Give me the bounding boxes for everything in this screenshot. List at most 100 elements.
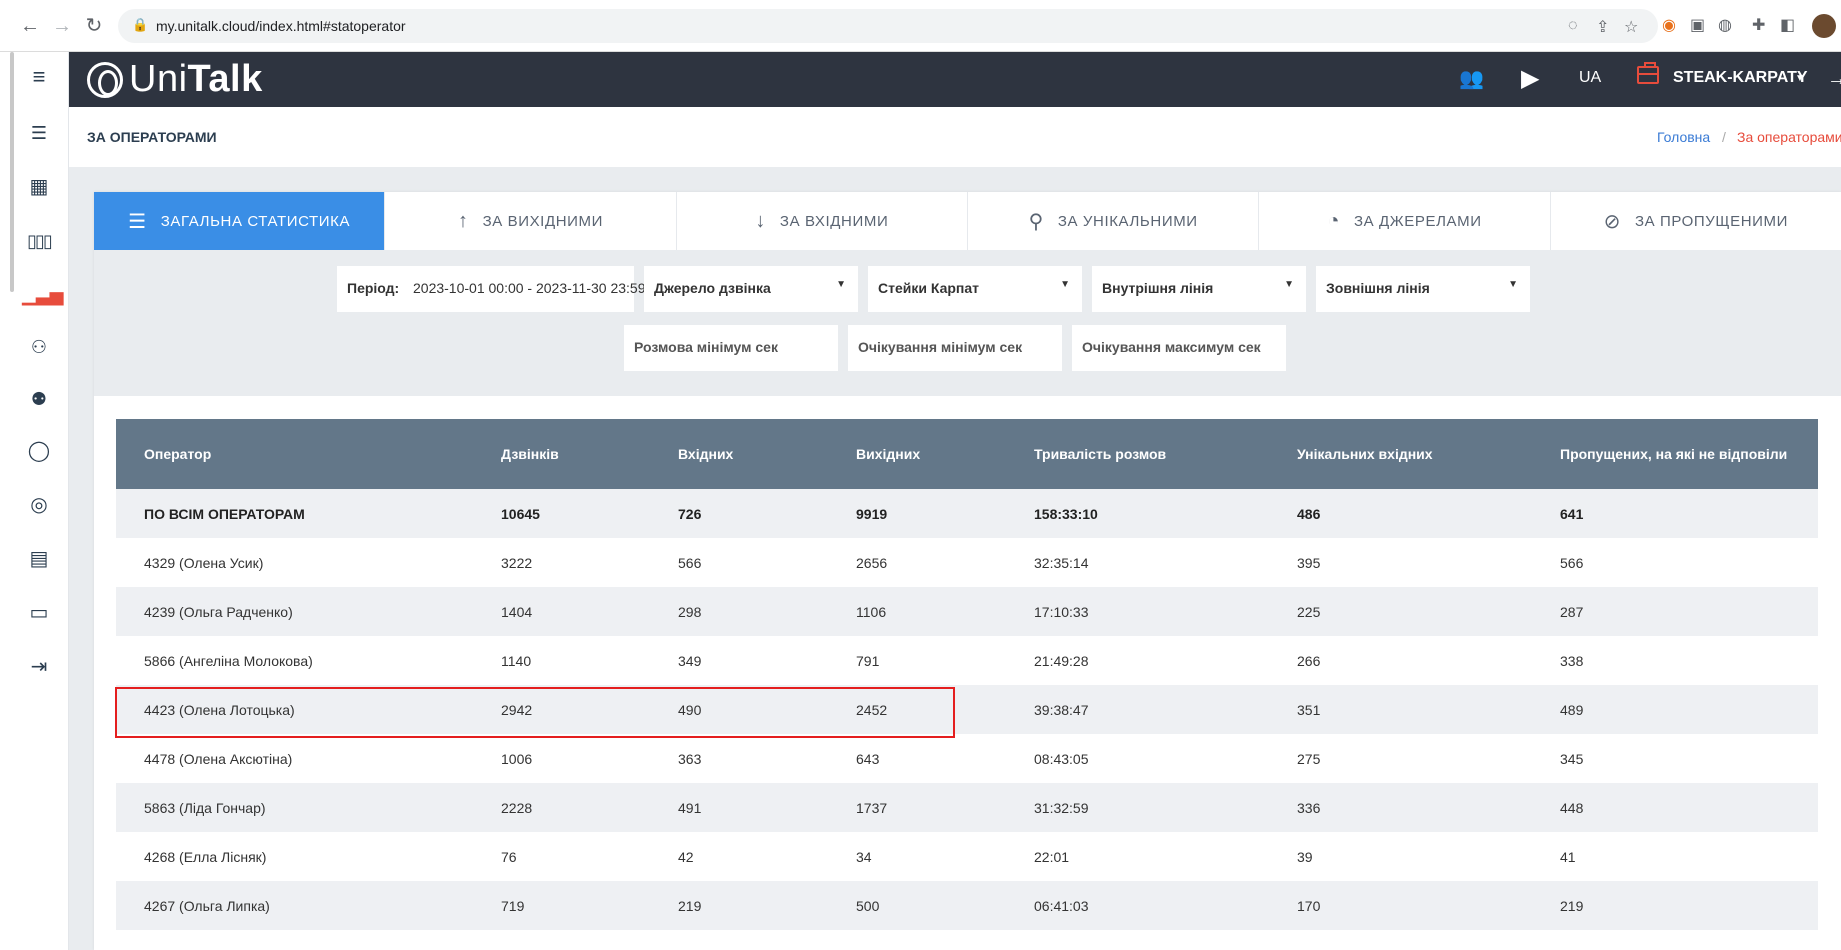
table-cell: 34 (856, 848, 872, 865)
tab-label: ЗА ДЖЕРЕЛАМИ (1354, 212, 1482, 230)
external-line-select[interactable]: Зовнішня лінія ▼ (1316, 266, 1530, 312)
table-cell: 4239 (Ольга Радченко) (144, 603, 293, 620)
table-cell: ПО ВСІМ ОПЕРАТОРАМ (144, 505, 305, 522)
table-cell: 566 (678, 554, 702, 571)
chevron-down-icon: ▼ (1284, 279, 1294, 290)
eye-off-icon[interactable]: ◌ (1568, 17, 1578, 35)
play-icon[interactable]: ▶ (1521, 65, 1539, 93)
table-cell: 06:41:03 (1034, 897, 1089, 914)
table-cell: 349 (678, 652, 702, 669)
reload-icon[interactable]: ↻ (82, 14, 106, 38)
column-header[interactable]: Пропущених, на які не відповіли (1560, 446, 1787, 462)
side-panel-icon[interactable]: ◧ (1780, 15, 1795, 35)
user-group-icon[interactable]: ⚉ (22, 382, 56, 416)
wait-max-input[interactable]: Очікування максимум сек (1072, 325, 1286, 371)
chevron-down-icon: ▼ (1508, 279, 1518, 290)
table-cell: 1006 (501, 750, 533, 767)
table-cell: 4423 (Олена Лотоцька) (144, 701, 295, 718)
user-icon[interactable]: ◯ (22, 434, 56, 468)
table-cell: 9919 (856, 505, 888, 522)
star-icon[interactable]: ☆ (1624, 17, 1638, 37)
table-cell: 486 (1297, 505, 1321, 522)
table-cell: 219 (678, 897, 702, 914)
table-row[interactable]: 4478 (Олена Аксютіна) 1006 363 643 08:43… (116, 734, 1818, 783)
period-value: 2023-10-01 00:00 - 2023-11-30 23:59 (413, 280, 646, 296)
table-row[interactable]: 4329 (Олена Усик) 3222 566 2656 32:35:14… (116, 538, 1818, 587)
sign-in-icon[interactable]: ⇥ (22, 650, 56, 684)
tab-missed[interactable]: ⊘ ЗА ПРОПУЩЕНИМИ (1550, 192, 1841, 250)
language-selector[interactable]: UA (1579, 69, 1601, 87)
table-cell: 1106 (856, 603, 887, 620)
table-cell: 448 (1560, 799, 1584, 816)
table-row[interactable]: 4423 (Олена Лотоцька) 2942 490 2452 39:3… (116, 685, 1818, 734)
table-cell: 22:01 (1034, 848, 1070, 865)
logo-text-bold: Talk (187, 58, 263, 100)
tab-unique[interactable]: ⚲ ЗА УНІКАЛЬНИМИ (967, 192, 1260, 250)
table-cell: 219 (1560, 897, 1584, 914)
group-select[interactable]: Стейки Карпат ▼ (868, 266, 1082, 312)
tab-sources[interactable]: ◔ ЗА ДЖЕРЕЛАМИ (1259, 192, 1551, 250)
menu-icon[interactable]: ≡ (22, 60, 56, 94)
chevron-down-icon[interactable]: ▼ (1795, 73, 1805, 84)
list-icon[interactable]: ☰ (22, 116, 56, 150)
table-cell: 5866 (Ангеліна Молокова) (144, 652, 313, 669)
table-row[interactable]: 4268 (Елла Лісняк) 76 42 34 22:01 39 41 (116, 832, 1818, 881)
share-icon[interactable]: ⇪ (1596, 17, 1609, 37)
folder-icon[interactable]: ▭ (22, 596, 56, 630)
lock-icon: 🔒 (132, 17, 149, 32)
logo[interactable]: UniTalk (129, 58, 263, 101)
table-cell: 491 (678, 799, 702, 816)
forward-arrow-icon[interactable]: → (50, 14, 74, 38)
app-header: UniTalk 👥 ▶ UA STEAK-KARPATY ▼ → (69, 52, 1841, 107)
users-icon[interactable]: 👥 (1459, 65, 1484, 93)
logout-icon[interactable]: → (1827, 65, 1841, 93)
period-picker[interactable]: Період: 2023-10-01 00:00 - 2023-11-30 23… (337, 266, 645, 312)
table-cell: 298 (678, 603, 702, 620)
puzzle-icon[interactable]: ✚ (1752, 15, 1765, 35)
support-icon[interactable]: ◎ (22, 488, 56, 522)
company-selector[interactable]: STEAK-KARPATY (1673, 69, 1808, 87)
avatar[interactable] (1812, 14, 1836, 38)
column-header[interactable]: Унікальних вхідних (1297, 446, 1433, 462)
table-row[interactable]: 5866 (Ангеліна Молокова) 1140 349 791 21… (116, 636, 1818, 685)
column-header[interactable]: Дзвінків (501, 446, 559, 462)
column-header[interactable]: Оператор (144, 446, 211, 462)
table-cell: 4329 (Олена Усик) (144, 554, 264, 571)
breadcrumb-bar: ЗА ОПЕРАТОРАМИ Головна / За операторами (69, 107, 1841, 167)
extension-icon[interactable]: ◉ (1662, 15, 1676, 35)
cash-icon[interactable]: ▤ (22, 542, 56, 576)
extension-icon[interactable]: ▣ (1690, 15, 1705, 35)
wait-max-placeholder: Очікування максимум сек (1082, 339, 1261, 355)
source-select[interactable]: Джерело дзвінка ▼ (644, 266, 858, 312)
wait-min-input[interactable]: Очікування мінімум сек (848, 325, 1062, 371)
column-header[interactable]: Вихідних (856, 446, 920, 462)
scrollbar[interactable] (10, 52, 14, 292)
table-cell: 76 (501, 848, 517, 865)
breadcrumb-home-link[interactable]: Головна (1657, 129, 1710, 145)
table-row-total: ПО ВСІМ ОПЕРАТОРАМ 10645 726 9919 158:33… (116, 489, 1818, 538)
talk-min-input[interactable]: Розмова мінімум сек (624, 325, 838, 371)
tab-general-stats[interactable]: ☰ ЗАГАЛЬНА СТАТИСТИКА (94, 192, 386, 250)
table-cell: 266 (1297, 652, 1321, 669)
internal-line-value: Внутрішня лінія (1102, 280, 1214, 296)
building-icon[interactable]: ▦ (22, 170, 56, 204)
back-arrow-icon[interactable]: ← (18, 14, 42, 38)
table-row[interactable]: 4267 (Ольга Липка) 719 219 500 06:41:03 … (116, 881, 1818, 930)
table-row[interactable]: 4239 (Ольга Радченко) 1404 298 1106 17:1… (116, 587, 1818, 636)
column-header[interactable]: Вхідних (678, 446, 733, 462)
table-cell: 287 (1560, 603, 1584, 620)
stats-tabs: ☰ ЗАГАЛЬНА СТАТИСТИКА ↑ ЗА ВИХІДНИМИ ↓ З… (94, 192, 1841, 250)
column-header[interactable]: Тривалість розмов (1034, 446, 1166, 462)
table-cell: 275 (1297, 750, 1321, 767)
ban-icon: ⊘ (1603, 210, 1621, 233)
extension-icon[interactable]: ◍ (1718, 15, 1732, 35)
stats-chart-icon[interactable]: ▁▃▅ (22, 278, 64, 312)
table-row[interactable]: 5863 (Ліда Гончар) 2228 491 1737 31:32:5… (116, 783, 1818, 832)
tab-outgoing[interactable]: ↑ ЗА ВИХІДНИМИ (385, 192, 677, 250)
bar-chart-icon[interactable]: ▯▯▯ (22, 224, 56, 258)
user-icon: ⚲ (1028, 210, 1044, 233)
users-icon[interactable]: ⚇ (22, 330, 56, 364)
tab-incoming[interactable]: ↓ ЗА ВХІДНИМИ (676, 192, 968, 250)
address-bar[interactable]: 🔒 my.unitalk.cloud/index.html#statoperat… (118, 9, 1658, 43)
internal-line-select[interactable]: Внутрішня лінія ▼ (1092, 266, 1306, 312)
